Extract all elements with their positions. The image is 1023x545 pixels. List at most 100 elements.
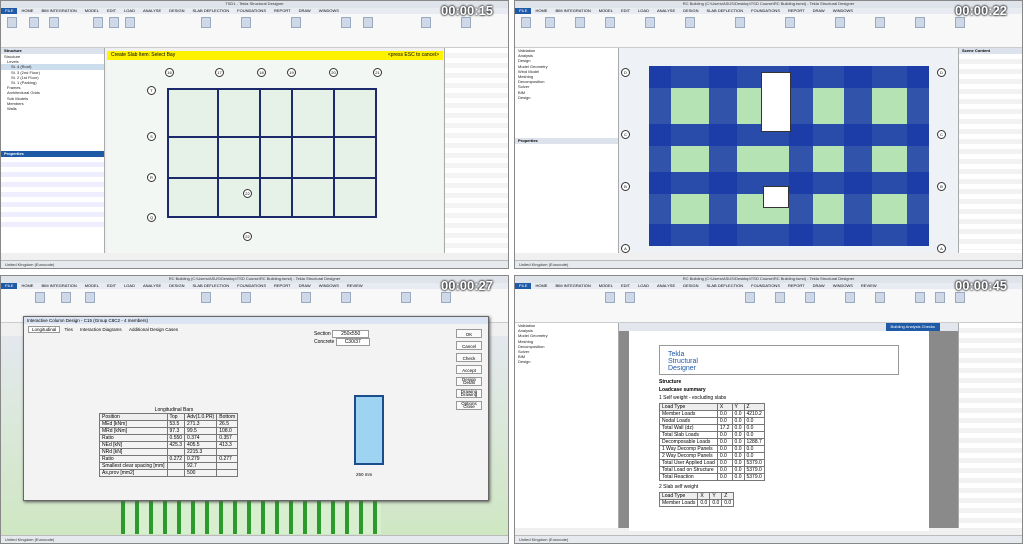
table-cell: 0.0 — [716, 431, 733, 439]
grid-label: 18 — [257, 68, 266, 77]
scene-content-panel[interactable]: Scene Content — [958, 48, 1022, 253]
table-cell: 0.0 — [716, 452, 733, 460]
ribbon[interactable] — [515, 14, 1022, 48]
table-cell: Total Slab Loads — [659, 431, 718, 439]
report-section: Structure — [659, 379, 682, 385]
table-cell: 0.0 — [716, 473, 733, 481]
scene-content-panel[interactable] — [444, 48, 508, 253]
grid-label: C — [621, 130, 630, 139]
view-tabs[interactable]: Building Analysis Checks — [619, 323, 960, 331]
grid-label: 21 — [373, 68, 382, 77]
video-timer: 00:00:22 — [955, 3, 1008, 18]
table-cell: 5379.0 — [743, 473, 765, 481]
table-header-cell: Z — [743, 403, 765, 411]
grid-label: 22 — [243, 232, 252, 241]
table-cell — [166, 462, 186, 470]
table-cell: Member Loads — [659, 410, 718, 418]
table-cell: 92.7 — [184, 462, 218, 470]
scene-content-panel[interactable] — [958, 323, 1022, 528]
dialog-button[interactable]: Check — [456, 353, 482, 362]
table-cell: 0.357 — [216, 434, 239, 442]
dialog-tabs[interactable]: Longitudinal Ties Interaction Diagrams A… — [28, 326, 181, 333]
table-cell: 0.0 — [731, 473, 745, 481]
table-cell: 0.0 — [731, 431, 745, 439]
tree-item[interactable]: Walls — [1, 106, 104, 111]
table-header-cell: X — [697, 492, 711, 500]
table-cell: 0.0 — [731, 445, 745, 453]
table-cell: 0.0 — [716, 417, 733, 425]
table-cell: 0.0 — [731, 417, 745, 425]
dialog-button[interactable]: Drawing Options — [456, 389, 482, 406]
table-row: Nodal Loads 0.0 0.0 0.0 — [659, 417, 765, 425]
model-view[interactable]: D C B A D C B A — [619, 48, 960, 253]
table-cell: Smallest clear spacing [mm] — [99, 462, 168, 470]
table-cell: 271.3 — [184, 420, 218, 428]
ribbon[interactable] — [515, 289, 1022, 323]
table-row: Total Reaction 0.0 0.0 5379.0 — [659, 473, 765, 481]
table-cell: 2215.3 — [184, 448, 218, 456]
table-row: Decomposable Loads 0.0 0.0 1288.7 — [659, 438, 765, 446]
structure-panel[interactable]: Structure Structure Levels St. 4 (Roof) … — [1, 48, 105, 253]
quadrant-bottom-right: RC Building (C:\Users\ASUS\Desktop\TSD C… — [514, 275, 1023, 544]
table-cell: Total Reaction — [659, 473, 718, 481]
table-cell: 0.0 — [743, 417, 765, 425]
table-header-cell: Bottom — [216, 413, 239, 421]
table-cell: 1288.7 — [743, 438, 765, 446]
table-cell: Decomposable Loads — [659, 438, 718, 446]
table-cell: 0.0 — [743, 445, 765, 453]
table-cell: Ratio — [99, 455, 168, 463]
grid-label: D — [621, 68, 630, 77]
dialog-buttons[interactable]: OK Cancel Check Accept DesignDetail Drawing… — [456, 329, 482, 413]
status-bar: United Kingdom (Eurocode) — [515, 260, 1022, 268]
video-timer: 00:00:15 — [441, 3, 494, 18]
grid-label: 16 — [165, 68, 174, 77]
table-header-cell: Load Type — [659, 403, 718, 411]
longitudinal-bars-table: Longitudinal Bars Position Top Adv(1.0.PR)… — [99, 407, 249, 477]
table-header-cell: Adv(1.0.PR) — [184, 413, 218, 421]
report-subsection: Loadcase summary — [659, 387, 706, 393]
table-cell: 97.3 — [166, 427, 186, 435]
interactive-column-design-dialog[interactable]: Interactive Column Design - C15 (Group C… — [23, 316, 489, 501]
column-section-drawing — [354, 395, 384, 465]
dialog-button[interactable]: Close — [456, 401, 482, 410]
dialog-button[interactable]: OK — [456, 329, 482, 338]
table-row: Total User Applied Load 0.0 0.0 5379.0 — [659, 459, 765, 467]
dialog-button[interactable]: Cancel — [456, 341, 482, 350]
quadrant-top-left: TSD1 - Tekla Structural Designer FILE HOM… — [0, 0, 509, 269]
report-view[interactable]: Tekla Structural Designer Structure Load… — [619, 331, 960, 531]
status-panel[interactable]: Validation Analysis Model Geometry Meshing D… — [515, 323, 619, 528]
table-row: NRd [kN] 2215.3 — [99, 448, 239, 456]
table-cell: 2 Way Decomp Panels — [659, 452, 718, 460]
table-cell: 0.0 — [743, 424, 765, 432]
quadrant-top-right: RC Building (C:\Users\ASUS\Desktop\TSD C… — [514, 0, 1023, 269]
dialog-button[interactable]: Accept Design — [456, 365, 482, 382]
dialog-button[interactable]: Detail Drawing — [456, 377, 482, 394]
table-cell: 26.5 — [216, 420, 239, 428]
grid-label: 22 — [243, 189, 252, 198]
table-cell: 0.0 — [716, 459, 733, 467]
table-cell: 0.279 — [184, 455, 218, 463]
table-cell — [166, 448, 186, 456]
grid-label: A — [937, 244, 946, 253]
table-header-cell: Load Type — [658, 492, 699, 500]
table-cell: Ratio — [99, 434, 168, 442]
table-cell: 0.272 — [166, 455, 186, 463]
table-cell: 99.5 — [184, 427, 218, 435]
window-title: TSD1 - Tekla Structural Designer — [1, 1, 508, 8]
table-header-cell: Z — [721, 492, 735, 500]
quadrant-bottom-left: RC Building (C:\Users\ASUS\Desktop\TSD C… — [0, 275, 509, 544]
status-panel[interactable]: Validation Analysis Design Model Geometry Wi… — [515, 48, 619, 253]
table-cell: 500 — [184, 469, 218, 477]
table-row: Member Loads 0.0 0.0 0.0 — [658, 499, 735, 507]
grid-label: B — [621, 182, 630, 191]
table-cell: 5379.0 — [743, 466, 765, 474]
grid-label: 17 — [215, 68, 224, 77]
table-cell: 0.0 — [716, 438, 733, 446]
ribbon[interactable] — [1, 14, 508, 48]
table-cell: 0.277 — [216, 455, 239, 463]
table-header-cell: Y — [709, 492, 723, 500]
table-header-cell: Top — [166, 413, 186, 421]
model-view[interactable]: 16 17 18 19 20 21 T S R Q 22 22 — [107, 60, 443, 253]
grid-label: B — [937, 182, 946, 191]
table-cell: 0.0 — [716, 466, 733, 474]
